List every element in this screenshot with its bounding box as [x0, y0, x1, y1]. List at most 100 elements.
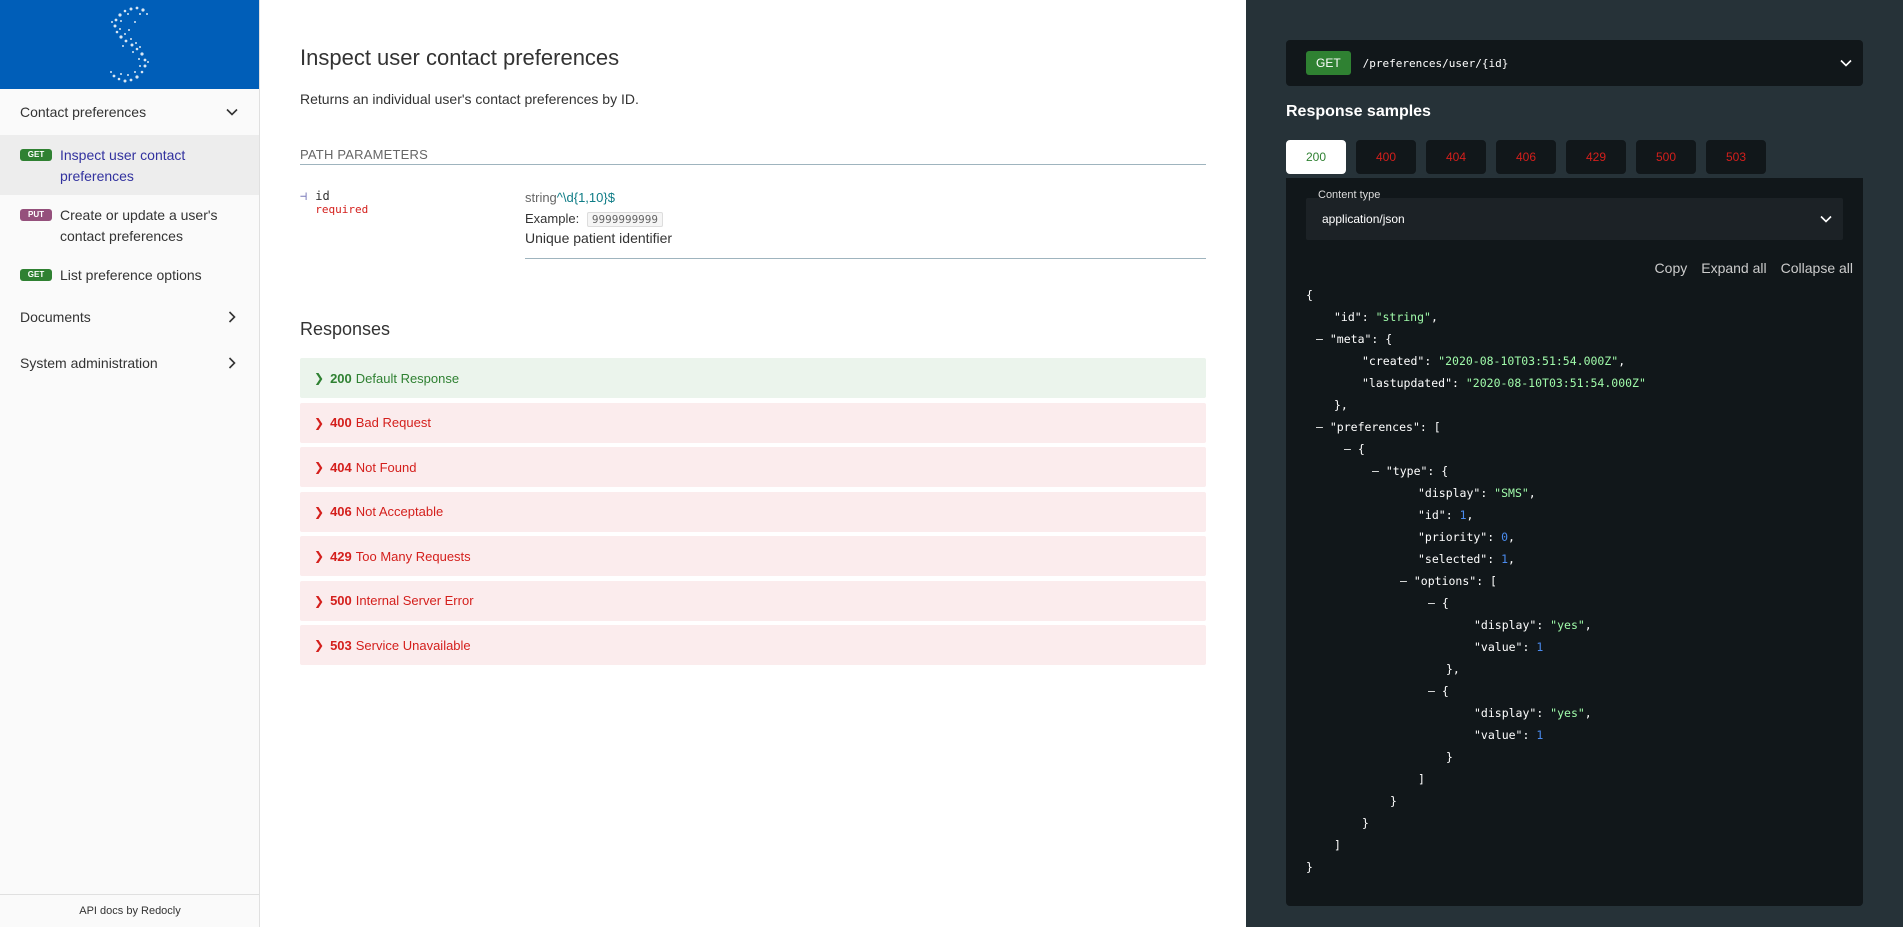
sidebar-footer-link[interactable]: API docs by Redocly [0, 894, 260, 927]
method-badge: GET [20, 149, 52, 161]
response-400[interactable]: ❯ 400 Bad Request [300, 402, 1206, 443]
sidebar-group-contact-preferences[interactable]: Contact preferences [0, 89, 259, 135]
json-line: – "type": { [1372, 464, 1449, 478]
page-title: Inspect user contact preferences [300, 45, 620, 70]
samples-panel: GET /preferences/user/{id} Response samp… [1246, 0, 1903, 927]
tree-line-icon: ⊣ [300, 189, 308, 203]
tab-406[interactable]: 406 [1496, 140, 1556, 174]
sidebar-item-inspect-preferences[interactable]: GET Inspect user contact preferences [0, 135, 259, 195]
json-line: "id": 1, [1418, 508, 1474, 522]
response-samples-heading: Response samples [1286, 103, 1431, 120]
expand-all-button[interactable]: Expand all [1701, 260, 1766, 276]
method-badge: PUT [20, 209, 52, 221]
json-line: }, [1334, 398, 1348, 412]
response-sample-box: Content type application/json Copy Expan… [1286, 178, 1863, 906]
tab-404[interactable]: 404 [1426, 140, 1486, 174]
responses-heading: Responses [300, 319, 391, 339]
json-line: "display": "SMS", [1418, 486, 1536, 500]
collapse-toggle[interactable]: – [1316, 332, 1323, 346]
sidebar-item-label: Create or update a user's contact prefer… [60, 207, 218, 244]
response-code: 404 [330, 459, 352, 475]
response-406[interactable]: ❯ 406 Not Acceptable [300, 491, 1206, 532]
response-code: 503 [330, 637, 352, 653]
json-line: "display": "yes", [1474, 706, 1592, 720]
sidebar-group-label: Documents [20, 309, 91, 325]
endpoint-selector[interactable]: GET /preferences/user/{id} [1286, 40, 1863, 86]
chevron-down-icon [1840, 59, 1852, 67]
json-line: ] [1418, 772, 1425, 786]
collapse-toggle[interactable]: – [1400, 574, 1407, 588]
response-code: 429 [330, 548, 352, 564]
parameter-row: ⊣ id required string^\d{1,10}$ Example: … [300, 189, 1206, 259]
tab-429[interactable]: 429 [1566, 140, 1626, 174]
sidebar-item-list-options[interactable]: GET List preference options [0, 255, 259, 294]
response-code: 200 [330, 370, 352, 386]
collapse-toggle[interactable]: – [1316, 420, 1323, 434]
json-line: "created": "2020-08-10T03:51:54.000Z", [1362, 354, 1626, 368]
json-line: "value": 1 [1474, 640, 1544, 654]
collapse-toggle[interactable]: – [1428, 684, 1435, 698]
json-line: – { [1344, 442, 1365, 456]
content-type-select[interactable]: Content type application/json [1306, 189, 1843, 240]
chevron-right-icon: ❯ [314, 638, 325, 652]
response-text: Bad Request [355, 415, 431, 430]
json-line: – { [1428, 684, 1449, 698]
response-text: Not Acceptable [355, 504, 444, 519]
content-type-label: Content type [1318, 189, 1381, 201]
response-500[interactable]: ❯ 500 Internal Server Error [300, 580, 1206, 621]
sidebar-group-label: Contact preferences [20, 104, 147, 120]
json-line: } [1306, 860, 1313, 874]
chevron-right-icon [228, 311, 236, 323]
response-code: 400 [330, 415, 352, 430]
response-200[interactable]: ❯ 200 Default Response [300, 358, 1206, 398]
json-line: "id": "string", [1334, 310, 1438, 324]
response-429[interactable]: ❯ 429 Too Many Requests [300, 536, 1206, 576]
logo-icon [109, 6, 149, 82]
example-label: Example: [525, 211, 580, 226]
operation-panel: Inspect user contact preferences Returns… [260, 0, 1246, 927]
sidebar-item-update-preferences[interactable]: PUT Create or update a user's contact pr… [0, 195, 259, 255]
parameter-name-cell: ⊣ id required [300, 189, 525, 259]
chevron-right-icon: ❯ [314, 549, 325, 563]
json-line: "display": "yes", [1474, 618, 1592, 632]
example-value: 9999999999 [586, 212, 664, 227]
logo[interactable] [0, 0, 259, 89]
parameter-example: Example: 9999999999 [525, 211, 1206, 227]
endpoint-path: /preferences/user/{id} [1362, 56, 1509, 70]
sidebar-group-documents[interactable]: Documents [0, 294, 259, 340]
collapse-toggle[interactable]: – [1428, 596, 1435, 610]
json-line: } [1362, 816, 1369, 830]
json-line: } [1446, 750, 1453, 764]
response-code: 406 [330, 504, 352, 519]
sidebar-item-label: Inspect user contact preferences [60, 147, 186, 184]
tab-503[interactable]: 503 [1706, 140, 1766, 174]
collapse-toggle[interactable]: – [1344, 442, 1351, 456]
json-line: – "meta": { [1316, 332, 1393, 346]
parameter-pattern: ^\d{1,10}$ [556, 190, 615, 205]
parameter-type: string [525, 190, 557, 205]
response-text: Service Unavailable [355, 637, 471, 653]
tab-400[interactable]: 400 [1356, 140, 1416, 174]
sidebar-group-system-administration[interactable]: System administration [0, 340, 259, 386]
response-code: 500 [330, 593, 352, 608]
json-line: }, [1446, 662, 1460, 676]
collapse-toggle[interactable]: – [1372, 464, 1379, 478]
method-badge: GET [20, 269, 52, 281]
sidebar-nav: Contact preferences GET Inspect user con… [0, 89, 259, 386]
response-404[interactable]: ❯ 404 Not Found [300, 447, 1206, 487]
json-line: – "options": [ [1400, 574, 1497, 588]
response-tabs: 200 400 404 406 429 500 503 [1286, 140, 1766, 174]
path-parameters-heading: PATH PARAMETERS [300, 147, 1206, 165]
json-line: "value": 1 [1474, 728, 1544, 742]
sidebar-group-label: System administration [20, 355, 158, 371]
response-text: Default Response [355, 370, 460, 386]
tab-500[interactable]: 500 [1636, 140, 1696, 174]
json-line: – { [1428, 596, 1449, 610]
tab-200[interactable]: 200 [1286, 140, 1346, 174]
copy-button[interactable]: Copy [1655, 260, 1688, 276]
collapse-all-button[interactable]: Collapse all [1781, 260, 1853, 276]
response-text: Internal Server Error [355, 593, 474, 608]
json-line: } [1390, 794, 1397, 808]
response-text: Not Found [355, 459, 417, 475]
response-503[interactable]: ❯ 503 Service Unavailable [300, 625, 1206, 665]
